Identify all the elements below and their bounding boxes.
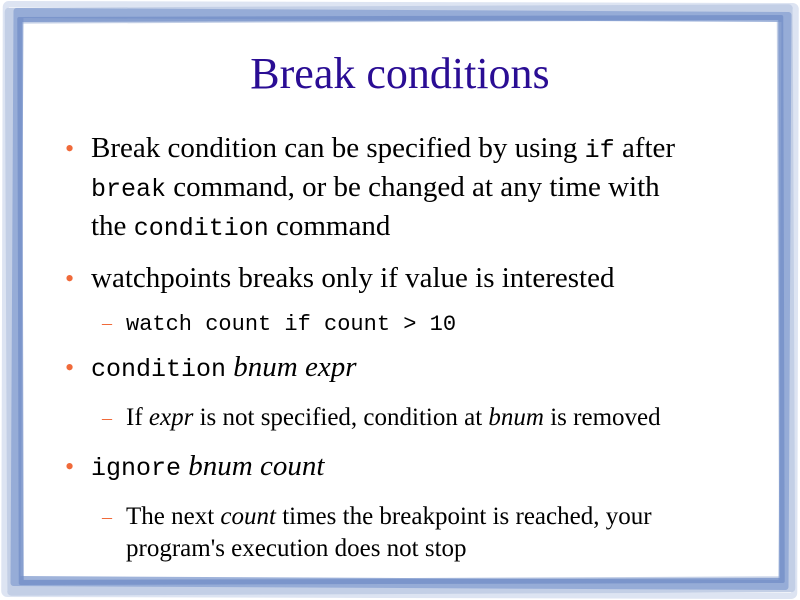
text-run: times the breakpoint is reached, your [275, 503, 652, 530]
code-run: watch count if count > 10 [126, 312, 457, 337]
bullet-dash-icon: – [102, 312, 112, 334]
bullet-dot-icon: • [65, 452, 75, 481]
slide-title: Break conditions [250, 49, 550, 98]
text-run: the [91, 210, 134, 242]
text-run: program's execution does not stop [126, 535, 467, 562]
text-run: is not specified, condition at [193, 404, 489, 431]
bullet-dot-icon: • [65, 353, 75, 382]
bullet-item: • ignore bnum count [62, 448, 762, 487]
text-run: Break condition can be specified by usin… [91, 132, 585, 164]
sub-bullet-item: – The next count times the breakpoint is… [62, 501, 762, 565]
text-run: is removed [543, 404, 661, 431]
bullet-item: • watchpoints breaks only if value is in… [62, 260, 762, 297]
bullet-dot-icon: • [65, 134, 75, 163]
bullet-item: • condition bnum expr [62, 349, 762, 388]
bullet-dot-icon: • [65, 264, 75, 293]
code-run: condition [91, 355, 227, 384]
text-run: after [614, 132, 676, 164]
code-run: ignore [91, 454, 182, 483]
bullet-dash-icon: – [102, 506, 112, 528]
italic-run: bnum expr [233, 351, 357, 383]
sub-bullet-item: – watch count if count > 10 [62, 307, 762, 341]
code-run: if [584, 136, 615, 165]
italic-run: expr [148, 404, 194, 431]
italic-run: count [220, 503, 276, 530]
code-run: break [91, 175, 167, 204]
code-run: condition [133, 214, 269, 243]
text-run: watchpoints breaks only if value is inte… [91, 262, 615, 294]
italic-run: bnum count [188, 450, 325, 482]
bullet-item: • Break condition can be specified by us… [62, 130, 762, 247]
text-run: If [126, 404, 149, 431]
text-run: command [268, 210, 391, 242]
italic-run: bnum [488, 404, 544, 431]
sub-bullet-item: – If expr is not specified, condition at… [62, 402, 762, 434]
bullet-dash-icon: – [102, 407, 112, 429]
text-run: command, or be changed at any time with [166, 171, 660, 203]
bullet-list: • Break condition can be specified by us… [62, 130, 762, 565]
text-run: The next [126, 503, 221, 530]
